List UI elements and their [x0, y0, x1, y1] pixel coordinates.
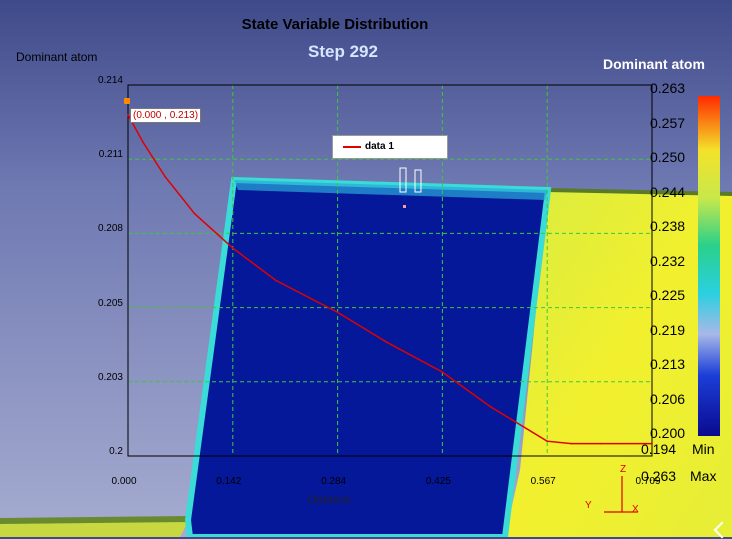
triad-z-label: Z	[620, 464, 627, 475]
x-tick-label: 0.567	[530, 476, 556, 487]
probe-glyph	[414, 169, 422, 193]
colorbar-max-value: 0.263	[641, 468, 677, 484]
legend[interactable]: data 1	[333, 136, 447, 158]
series-point	[600, 442, 602, 445]
x-axis-label: Distance	[308, 494, 351, 506]
colorbar-tick-label: 0.238	[650, 218, 686, 234]
y-tick-label: 0.211	[98, 149, 123, 161]
series-point	[570, 442, 573, 445]
y-tick-label: 0.205	[97, 297, 123, 309]
series-point	[546, 440, 548, 442]
colorbar-min-value: 0.194	[641, 441, 677, 457]
colorbar-tick-label: 0.206	[650, 390, 686, 407]
series-point	[337, 311, 339, 314]
triad-y-label: Y	[585, 500, 592, 511]
colorbar-title: Dominant atom	[603, 56, 705, 72]
legend-line-swatch	[343, 146, 361, 148]
colorbar-tick-label: 0.263	[650, 80, 686, 96]
x-tick-label: 0.142	[216, 476, 242, 487]
chart-title: State Variable Distribution	[241, 16, 429, 33]
series-point	[441, 371, 443, 373]
series-point	[232, 247, 234, 250]
colorbar-tick-label: 0.200	[650, 425, 686, 441]
colorbar-min-label: Min	[692, 441, 715, 457]
colorbar-tick-label: 0.232	[650, 252, 686, 269]
series-line-data-1	[127, 114, 652, 445]
colorbar-tick-label: 0.250	[650, 149, 686, 165]
axes-triad	[604, 476, 638, 513]
probe-marker	[403, 205, 406, 208]
probe-glyph	[399, 167, 407, 193]
series-point	[193, 212, 196, 215]
x-tick-label: 0.425	[425, 476, 451, 487]
legend-label-data-1: data 1	[365, 141, 394, 152]
y-tick-label: 0.2	[109, 446, 123, 457]
colorbar-tick-label: 0.219	[650, 321, 686, 338]
colorbar-tick-label: 0.213	[650, 356, 686, 372]
series-point	[141, 141, 144, 143]
series-point	[275, 279, 277, 282]
colorbar-tick-label: 0.244	[650, 183, 686, 200]
y-tick-label: 0.208	[97, 223, 123, 235]
series-point	[127, 113, 129, 116]
x-tick-label: 0.284	[321, 476, 347, 487]
colorbar	[698, 96, 720, 436]
y-tick-label: 0.214	[97, 75, 123, 86]
triad-x-label: X	[632, 504, 639, 515]
annotation-marker[interactable]	[124, 98, 130, 104]
data-point-annotation[interactable]: (0.000 , 0.213)	[130, 108, 202, 123]
colorbar-max-label: Max	[690, 468, 717, 484]
series-point	[489, 405, 491, 408]
step-label: Step 292	[308, 42, 378, 61]
x-tick-label: 0.000	[111, 476, 137, 487]
y-tick-label: 0.203	[97, 371, 123, 383]
series-point	[164, 175, 166, 178]
series-point	[385, 341, 388, 344]
y-axis-label: Dominant atom	[16, 50, 98, 64]
colorbar-tick-label: 0.225	[650, 287, 686, 303]
colorbar-tick-label: 0.257	[650, 114, 686, 131]
